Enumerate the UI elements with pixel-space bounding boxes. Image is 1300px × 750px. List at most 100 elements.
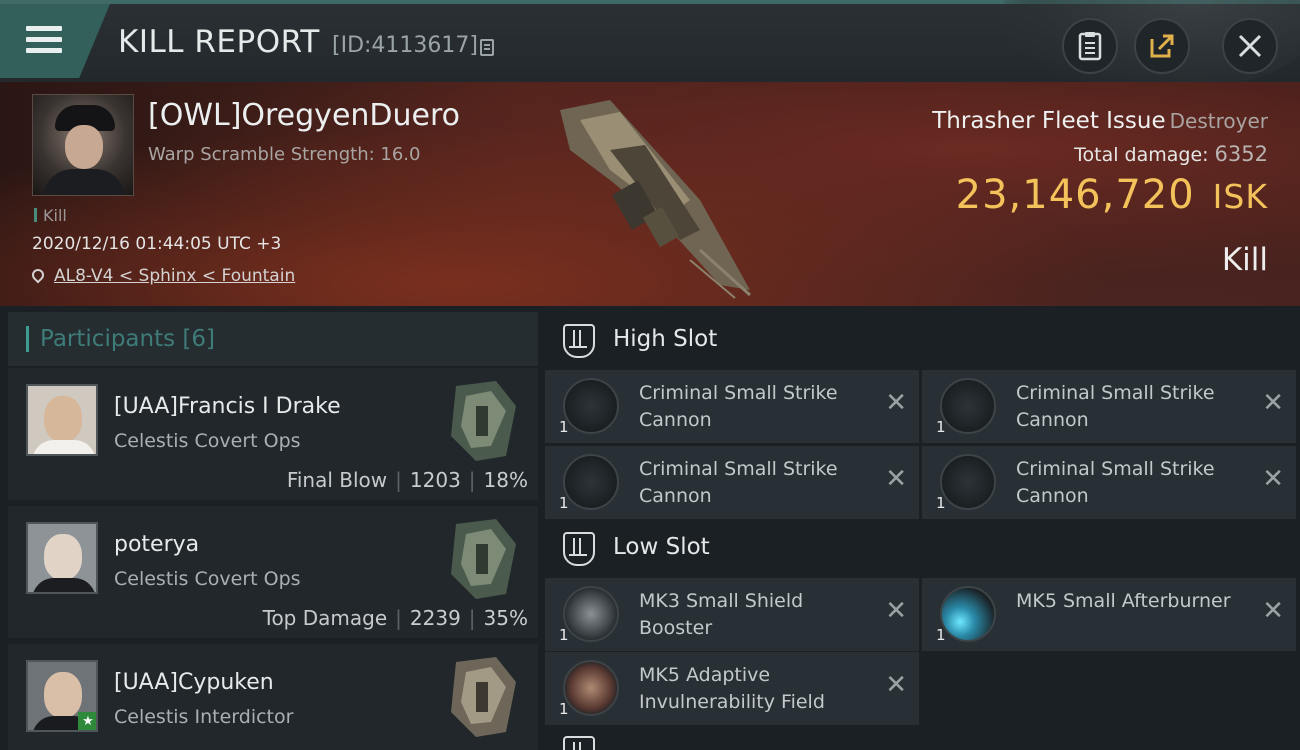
total-damage-label: Total damage: [1074,144,1209,166]
kill-result: Kill [1221,242,1268,278]
module-name: MK3 Small Shield Booster [639,590,804,639]
participant-damage: 1203 [409,468,461,492]
kill-location-link[interactable]: AL8-V4 < Sphinx < Fountain [29,266,296,286]
participant-ship-image [451,519,516,599]
module-card[interactable]: 1 MK5 Adaptive Invulnerability Field ✕ [545,652,919,725]
participants-header: Participants [6] [8,312,538,366]
participants-label: Participants [6] [40,326,215,352]
participant-name: [UAA]Francis I Drake [114,394,341,419]
location-text: AL8-V4 < Sphinx < Fountain [54,266,296,286]
participant-damage: 2239 [409,606,461,630]
remove-icon[interactable]: ✕ [885,672,907,698]
participant-role: Final Blow [286,468,388,492]
module-card[interactable]: 1 MK5 Small Afterburner ✕ [922,578,1296,651]
participant-avatar: ★ [26,660,98,732]
high-slot-header: High Slot [545,314,1295,368]
participant-percent: 35% [483,606,528,630]
participant-card[interactable]: [UAA]Francis I Drake Celestis Covert Ops… [8,368,538,500]
kill-tag: Kill [34,206,67,225]
module-card[interactable]: 1 Criminal Small Strike Cannon ✕ [922,370,1296,443]
slot-icon [563,736,595,750]
module-card[interactable]: 1 Criminal Small Strike Cannon ✕ [545,446,919,519]
participant-ship: Celestis Interdictor [114,706,294,728]
isk-value: 23,146,720 ISK [956,172,1268,218]
victim-name[interactable]: [OWL]OregyenDuero [148,98,460,133]
remove-icon[interactable]: ✕ [1262,390,1284,416]
module-quantity: 1 [559,626,569,644]
top-bar: KILL REPORT [ID:4113617] [0,0,1300,94]
total-damage: Total damage: 6352 [1074,142,1268,166]
ship-class: Destroyer [1169,109,1268,133]
victim-ship-name[interactable]: Thrasher Fleet Issue Destroyer [932,108,1268,134]
clipboard-button[interactable] [1062,18,1118,74]
module-quantity: 1 [936,418,946,436]
copy-icon[interactable] [480,39,494,56]
star-badge-icon: ★ [78,712,96,730]
close-button[interactable] [1222,18,1278,74]
participant-role: Top Damage [262,606,388,630]
clipboard-icon [1078,32,1102,61]
module-quantity: 1 [559,494,569,512]
module-name: Criminal Small Strike Cannon [639,458,838,507]
participant-percent: 18% [483,468,528,492]
warp-scramble-strength: Warp Scramble Strength: 16.0 [148,144,421,165]
participant-stats: Final Blow | 1203 | 18% [286,468,528,492]
module-card[interactable]: 1 Criminal Small Strike Cannon ✕ [922,446,1296,519]
module-name: Criminal Small Strike Cannon [1016,382,1215,431]
module-quantity: 1 [936,494,946,512]
share-icon [1150,34,1174,58]
high-slot-icon [563,324,595,358]
remove-icon[interactable]: ✕ [1262,466,1284,492]
participant-name: poterya [114,532,200,557]
remove-icon[interactable]: ✕ [885,390,907,416]
module-card[interactable]: 1 Criminal Small Strike Cannon ✕ [545,370,919,443]
low-slot-title: Low Slot [613,534,710,560]
module-name: Criminal Small Strike Cannon [1016,458,1215,507]
cannon-module-icon [940,454,996,510]
ship-name-text: Thrasher Fleet Issue [932,108,1166,134]
victim-banner: [OWL]OregyenDuero Warp Scramble Strength… [0,82,1300,306]
cannon-module-icon [563,454,619,510]
remove-icon[interactable]: ✕ [885,598,907,624]
remove-icon[interactable]: ✕ [885,466,907,492]
participant-ship: Celestis Covert Ops [114,568,301,590]
module-card[interactable]: 1 MK3 Small Shield Booster ✕ [545,578,919,651]
participant-ship-image [451,381,516,461]
module-name: Criminal Small Strike Cannon [639,382,838,431]
page-title: KILL REPORT [118,24,320,60]
isk-unit: ISK [1212,177,1268,216]
participant-card[interactable]: ★ [UAA]Cypuken Celestis Interdictor [8,644,538,750]
participant-name: [UAA]Cypuken [114,670,274,695]
low-slot-icon [563,532,595,566]
afterburner-icon [940,586,996,642]
participant-avatar [26,384,98,456]
victim-avatar[interactable] [32,94,134,196]
high-slot-title: High Slot [613,326,718,352]
cannon-module-icon [563,378,619,434]
module-quantity: 1 [936,626,946,644]
participant-avatar [26,522,98,594]
cannon-module-icon [940,378,996,434]
invulnerability-field-icon [563,660,619,716]
module-quantity: 1 [559,700,569,718]
participant-ship: Celestis Covert Ops [114,430,301,452]
share-button[interactable] [1134,18,1190,74]
next-slot-header [545,730,1295,750]
participant-ship-image [451,657,516,737]
shield-booster-icon [563,586,619,642]
hamburger-menu-icon[interactable] [0,4,110,78]
module-name: MK5 Small Afterburner [1016,590,1231,612]
remove-icon[interactable]: ✕ [1262,598,1284,624]
total-damage-value: 6352 [1214,142,1268,166]
low-slot-header: Low Slot [545,522,1295,576]
participant-card[interactable]: poterya Celestis Covert Ops Top Damage | 2… [8,506,538,638]
report-id: [ID:4113617] [332,33,478,58]
close-icon [1238,34,1262,58]
module-quantity: 1 [559,418,569,436]
location-pin-icon [29,266,47,284]
victim-ship-image[interactable] [550,90,760,300]
isk-amount: 23,146,720 [955,172,1195,218]
kill-datetime: 2020/12/16 01:44:05 UTC +3 [32,234,282,254]
module-name: MK5 Adaptive Invulnerability Field [639,664,825,713]
participant-stats: Top Damage | 2239 | 35% [262,606,528,630]
